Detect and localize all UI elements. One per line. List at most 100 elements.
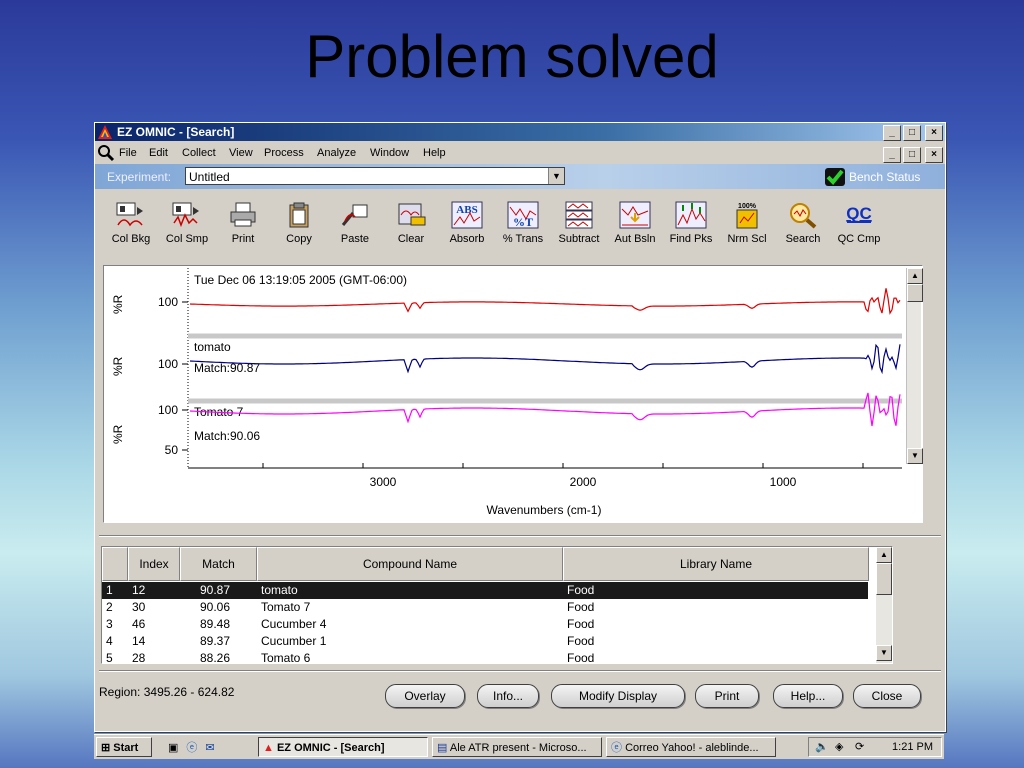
menu-file[interactable]: File (119, 143, 137, 163)
column-header-index[interactable]: Index (128, 547, 180, 581)
svg-text:100%: 100% (738, 203, 757, 210)
collect-background-icon (115, 201, 147, 229)
close-dialog-button[interactable]: Close (853, 684, 921, 708)
window-titlebar[interactable]: EZ OMNIC - [Search] _ □ × (95, 123, 945, 141)
close-button[interactable]: × (925, 125, 943, 141)
maximize-button[interactable]: □ (903, 125, 921, 141)
print-button[interactable]: Print (695, 684, 759, 708)
clear-icon (395, 201, 427, 229)
table-row[interactable]: 1 12 90.87 tomato Food (102, 582, 868, 599)
menu-window[interactable]: Window (370, 143, 409, 163)
help-button[interactable]: Help... (773, 684, 843, 708)
experiment-value: Untitled (189, 170, 230, 184)
divider (99, 670, 941, 672)
cell-compound-name: Cucumber 4 (261, 617, 327, 631)
speaker-icon[interactable]: 🔈 (815, 740, 829, 753)
cell-compound-name: tomato (261, 583, 298, 597)
subtract-button[interactable]: Subtract (551, 201, 607, 245)
row-number: 2 (106, 600, 113, 614)
windows-logo-icon: ⊞ (101, 742, 111, 754)
cell-library-name: Food (567, 617, 595, 631)
print-toolbar-button[interactable]: Print (215, 201, 271, 245)
scroll-down-arrow-icon[interactable]: ▼ (876, 645, 892, 661)
menu-edit[interactable]: Edit (149, 143, 168, 163)
menu-collect[interactable]: Collect (182, 143, 216, 163)
outlook-icon[interactable]: ✉ (205, 741, 214, 754)
cell-index: 30 (132, 600, 146, 614)
doc-minimize-button[interactable]: _ (883, 147, 901, 163)
taskbar-word-document[interactable]: ▤ Ale ATR present - Microso... (432, 737, 602, 757)
aut-bsln-button[interactable]: Aut Bsln (607, 201, 663, 245)
taskbar-ez-omnic[interactable]: ▲ EZ OMNIC - [Search] (258, 737, 428, 757)
doc-maximize-button[interactable]: □ (903, 147, 921, 163)
start-button[interactable]: ⊞ Start (96, 737, 152, 757)
ylabel-panel1: %R (111, 294, 125, 314)
copy-button[interactable]: Copy (271, 201, 327, 245)
spectrum-plot: 3000 2000 1000 Tue Dec 06 13:19:05 2005 (G… (111, 268, 902, 517)
network-icon[interactable]: ◈ (835, 740, 843, 753)
col-smp-button[interactable]: Col Smp (159, 201, 215, 245)
internet-explorer-icon: ⓔ (611, 742, 622, 754)
search-toolbar-button[interactable]: Search (775, 201, 831, 245)
scroll-down-arrow-icon[interactable]: ▼ (907, 448, 923, 464)
table-row[interactable]: 3 46 89.48 Cucumber 4 Food (102, 616, 868, 633)
cell-library-name: Food (567, 634, 595, 648)
word-document-icon: ▤ (437, 742, 448, 754)
row-number: 5 (106, 651, 113, 664)
modify-display-button[interactable]: Modify Display (551, 684, 685, 708)
quick-launch: ▣ ⓔ ✉ (158, 737, 238, 757)
column-header-match[interactable]: Match (180, 547, 257, 581)
chevron-down-icon[interactable]: ▼ (548, 168, 564, 184)
x-axis-label: Wavenumbers (cm-1) (487, 503, 602, 517)
clear-button[interactable]: Clear (383, 201, 439, 245)
svg-text:%T: %T (513, 215, 533, 229)
paste-button[interactable]: Paste (327, 201, 383, 245)
nrm-scl-button[interactable]: 100% Nrm Scl (719, 201, 775, 245)
spectrum-scrollbar[interactable]: ▲ ▼ (906, 268, 923, 464)
overlay-button[interactable]: Overlay (385, 684, 465, 708)
match1-spectrum-line (189, 343, 901, 375)
table-row[interactable]: 2 30 90.06 Tomato 7 Food (102, 599, 868, 616)
show-desktop-icon[interactable]: ▣ (168, 741, 178, 754)
cell-library-name: Food (567, 583, 595, 597)
ylabel-panel3: %R (111, 424, 125, 444)
scroll-thumb[interactable] (876, 563, 892, 595)
search-results-table[interactable]: Index Match Compound Name Library Name 1… (101, 546, 893, 664)
col-bkg-button[interactable]: Col Bkg (103, 201, 159, 245)
absorb-button[interactable]: ABS Absorb (439, 201, 495, 245)
column-header-library[interactable]: Library Name (563, 547, 869, 581)
column-header-compound[interactable]: Compound Name (257, 547, 563, 581)
find-pks-button[interactable]: Find Pks (663, 201, 719, 245)
table-row[interactable]: 4 14 89.37 Cucumber 1 Food (102, 633, 868, 650)
scroll-up-arrow-icon[interactable]: ▲ (876, 547, 892, 563)
table-row[interactable]: 5 28 88.26 Tomato 6 Food (102, 650, 868, 664)
menu-process[interactable]: Process (264, 143, 304, 163)
scroll-up-arrow-icon[interactable]: ▲ (907, 268, 923, 284)
menu-help[interactable]: Help (423, 143, 446, 163)
experiment-bar: Experiment: Untitled ▼ Bench Status (95, 164, 945, 189)
window-title: EZ OMNIC - [Search] (117, 125, 235, 139)
sync-icon[interactable]: ⟳ (855, 740, 864, 753)
cell-index: 28 (132, 651, 146, 664)
trans-button[interactable]: %T % Trans (495, 201, 551, 245)
cell-match: 90.06 (200, 600, 231, 614)
bench-status[interactable]: Bench Status (825, 168, 920, 186)
minimize-button[interactable]: _ (883, 125, 901, 141)
cell-match: 89.48 (200, 617, 231, 631)
taskbar-yahoo-mail[interactable]: ⓔ Correo Yahoo! - aleblinde... (606, 737, 776, 757)
results-scrollbar[interactable]: ▲ ▼ (876, 547, 892, 663)
menu-view[interactable]: View (229, 143, 253, 163)
row-number-header (102, 547, 128, 581)
spectrum-display[interactable]: 3000 2000 1000 Tue Dec 06 13:19:05 2005 (G… (103, 265, 923, 523)
scroll-thumb[interactable] (907, 284, 923, 302)
slide-title: Problem solved (305, 23, 719, 90)
menu-analyze[interactable]: Analyze (317, 143, 356, 163)
x-tick-label: 2000 (570, 475, 597, 489)
doc-close-button[interactable]: × (925, 147, 943, 163)
qc-cmp-button[interactable]: QC QC Cmp (831, 201, 887, 245)
experiment-select[interactable]: Untitled ▼ (185, 167, 565, 185)
info-button[interactable]: Info... (477, 684, 539, 708)
internet-explorer-icon[interactable]: ⓔ (186, 739, 197, 755)
subtract-icon (563, 201, 595, 229)
ytick-100-panel3: 100 (158, 403, 178, 417)
